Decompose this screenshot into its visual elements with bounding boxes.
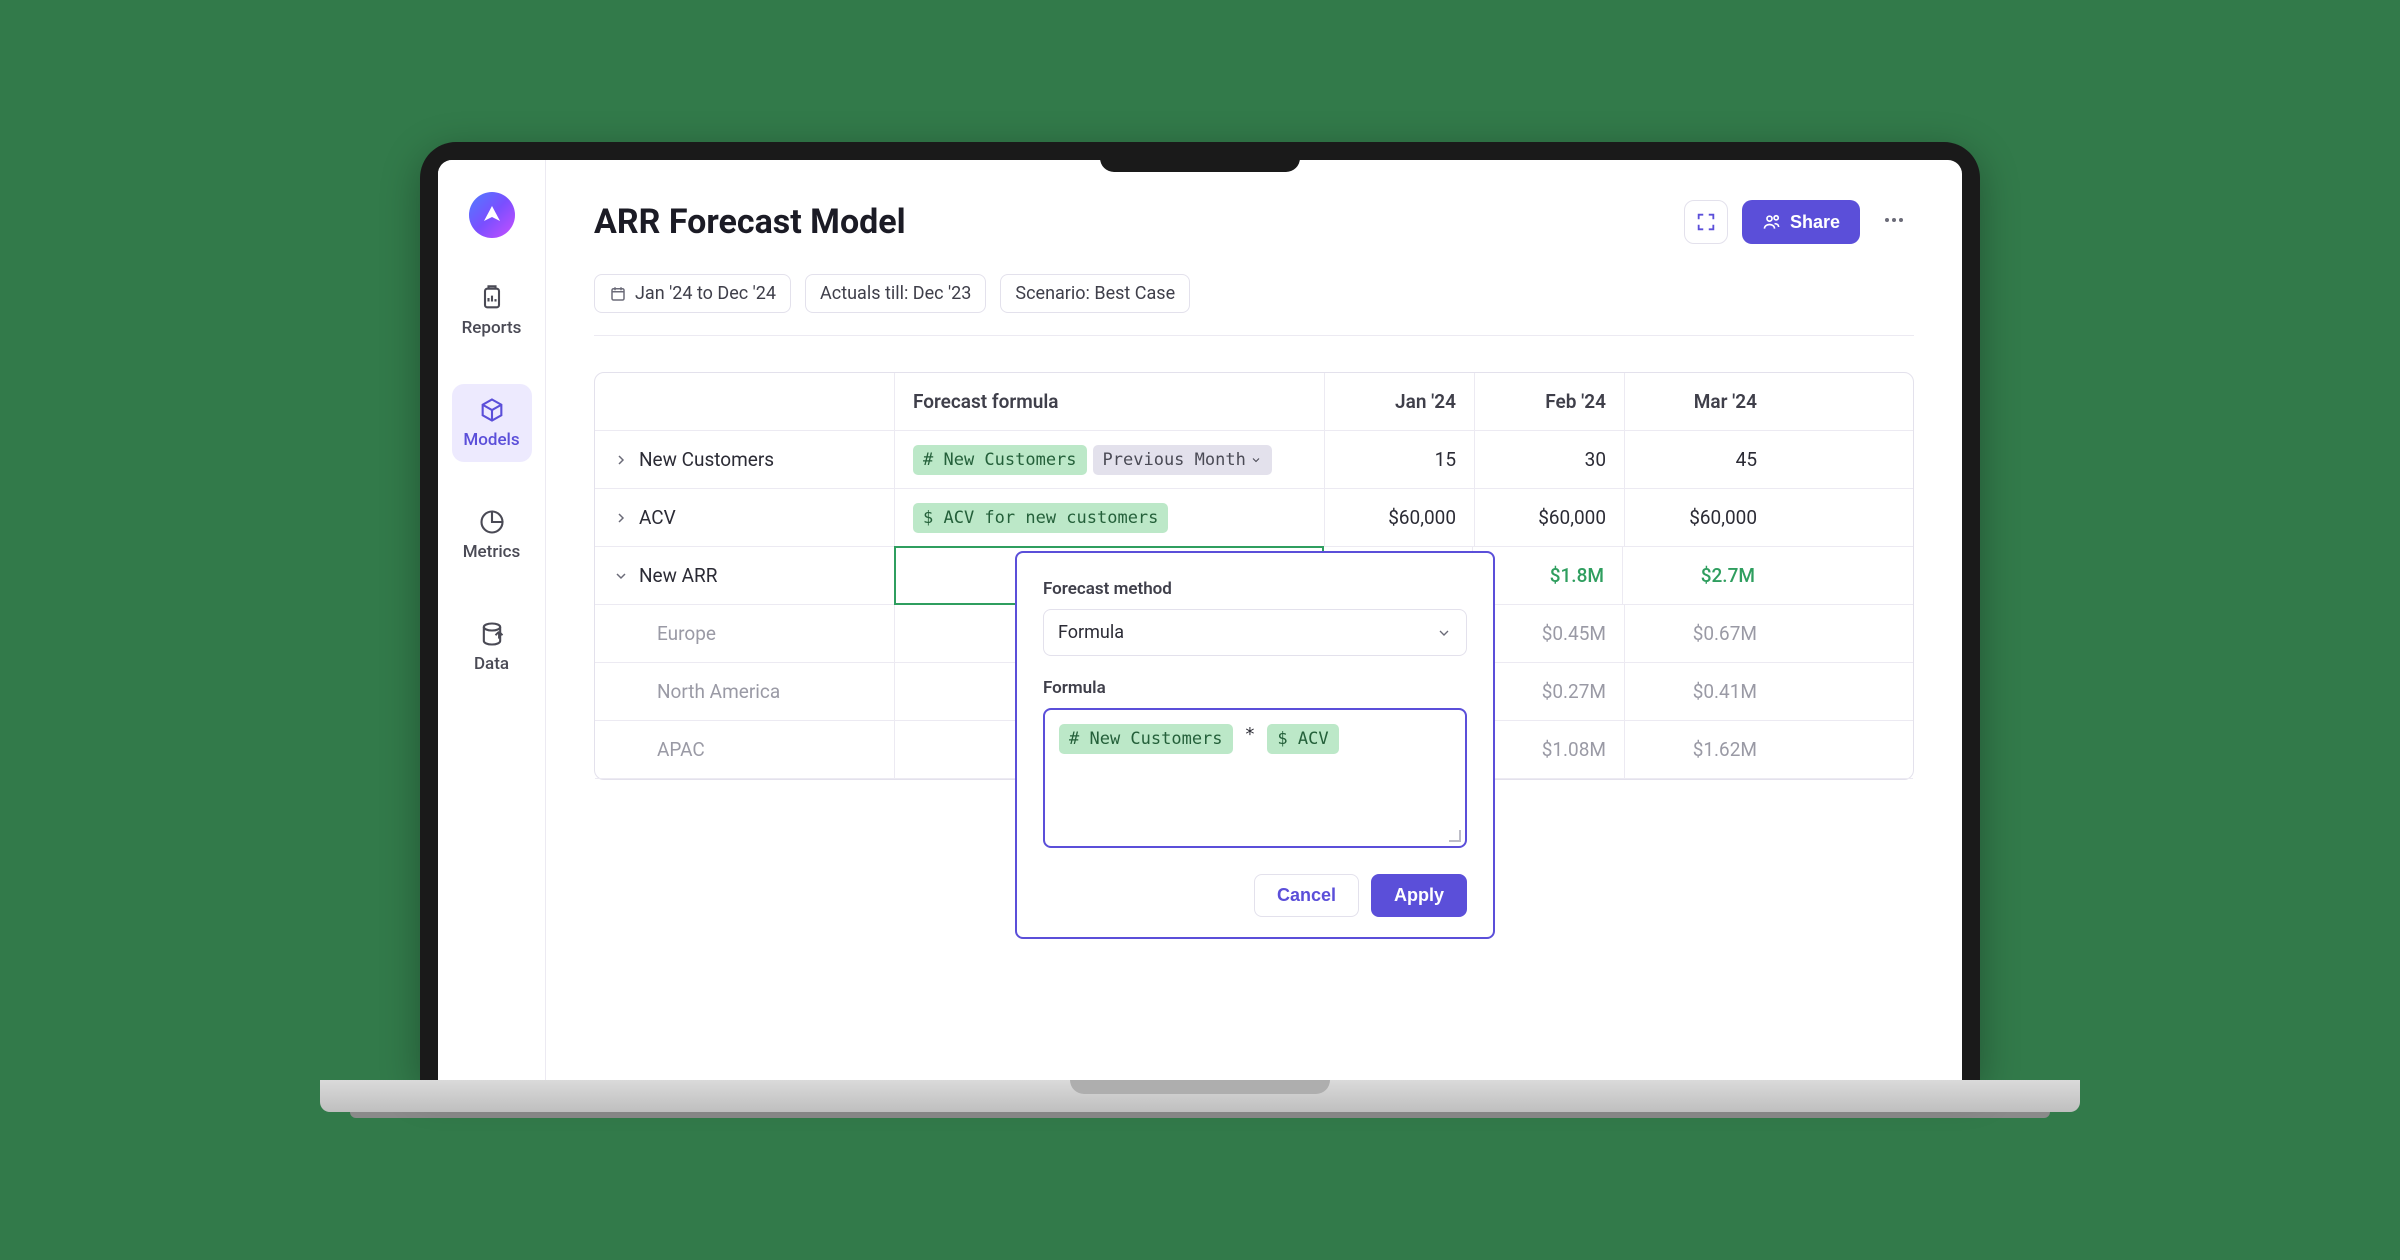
database-icon [478,620,506,648]
row-name-cell[interactable]: Europe [595,605,895,662]
table-header-row: Forecast formula Jan '24 Feb '24 Mar '24 [595,373,1913,431]
sidebar-item-models[interactable]: Models [452,384,532,462]
chip-actuals[interactable]: Actuals till: Dec '23 [805,274,986,313]
laptop-frame: Reports Models Metrics Data [420,142,1980,1118]
forecast-method-select[interactable]: Formula [1043,609,1467,656]
laptop-bottom-edge [350,1112,2050,1118]
laptop-base [320,1080,2080,1112]
pie-chart-icon [478,508,506,536]
row-new-customers: New Customers # New Customers Previous M… [595,431,1913,489]
chip-label: Actuals till: Dec '23 [820,283,971,304]
select-value: Formula [1058,622,1124,643]
page-header: ARR Forecast Model Share [594,200,1914,244]
share-button[interactable]: Share [1742,200,1860,244]
value-cell[interactable]: 15 [1325,431,1475,488]
row-name-cell[interactable]: North America [595,663,895,720]
popover-method-label: Forecast method [1043,579,1467,599]
forecast-formula-popover: Forecast method Formula Formula # New Cu… [1015,551,1495,939]
value-cell[interactable]: $60,000 [1625,489,1775,546]
expand-button[interactable] [1684,200,1728,244]
forecast-table: Forecast formula Jan '24 Feb '24 Mar '24… [594,372,1914,780]
sidebar-item-reports[interactable]: Reports [452,272,532,350]
chip-date-range[interactable]: Jan '24 to Dec '24 [594,274,791,313]
col-header-feb: Feb '24 [1475,373,1625,430]
sidebar-label: Models [463,430,519,450]
value-cell[interactable]: $1.08M [1475,721,1625,778]
row-label: ACV [639,506,676,529]
chip-label: Jan '24 to Dec '24 [635,283,776,304]
calendar-icon [609,285,627,303]
chevron-down-icon [1250,454,1262,466]
header-actions: Share [1684,200,1914,244]
row-label: New Customers [639,448,774,471]
formula-token-customers: # New Customers [1059,724,1233,754]
col-header-mar: Mar '24 [1625,373,1775,430]
row-label: New ARR [639,564,717,587]
share-label: Share [1790,212,1840,233]
app-root: Reports Models Metrics Data [438,160,1962,1080]
popover-actions: Cancel Apply [1043,874,1467,917]
formula-input[interactable]: # New Customers * $ ACV [1043,708,1467,848]
more-horizontal-icon [1882,208,1906,232]
value-cell[interactable]: $2.7M [1623,547,1773,604]
app-logo[interactable] [469,192,515,238]
col-header-formula: Forecast formula [895,373,1325,430]
chevron-right-icon [613,452,629,468]
cube-icon [478,396,506,424]
formula-token-acv: $ ACV [1267,724,1338,754]
sidebar-item-metrics[interactable]: Metrics [452,496,532,574]
row-label: APAC [657,738,705,761]
cancel-button[interactable]: Cancel [1254,874,1359,917]
value-cell[interactable]: 45 [1625,431,1775,488]
laptop-notch [1100,142,1300,172]
page-title: ARR Forecast Model [594,202,906,242]
value-cell[interactable]: $0.45M [1475,605,1625,662]
chip-label: Scenario: Best Case [1015,283,1175,304]
logo-arrow-icon [480,203,504,227]
formula-cell[interactable]: # New Customers Previous Month [895,431,1325,488]
value-cell[interactable]: $0.27M [1475,663,1625,720]
clipboard-icon [478,284,506,312]
apply-button[interactable]: Apply [1371,874,1467,917]
chevron-down-icon [1436,625,1452,641]
value-cell[interactable]: $0.67M [1625,605,1775,662]
expand-icon [1695,211,1717,233]
sidebar-label: Data [474,654,509,674]
formula-operator: * [1241,724,1260,745]
value-cell[interactable]: $0.41M [1625,663,1775,720]
col-header-jan: Jan '24 [1325,373,1475,430]
chevron-right-icon [613,510,629,526]
value-cell[interactable]: 30 [1475,431,1625,488]
main-content: ARR Forecast Model Share [546,160,1962,1080]
col-header-name [595,373,895,430]
filter-chips: Jan '24 to Dec '24 Actuals till: Dec '23… [594,274,1914,336]
row-name-cell[interactable]: New ARR [595,547,895,604]
more-button[interactable] [1874,200,1914,244]
row-label: North America [657,680,780,703]
popover-formula-label: Formula [1043,678,1467,698]
sidebar-label: Metrics [463,542,521,562]
formula-token-prev-month[interactable]: Previous Month [1093,445,1272,475]
chevron-down-icon [613,568,629,584]
row-name-cell[interactable]: APAC [595,721,895,778]
formula-token-dollar: $ ACV for new customers [913,503,1168,533]
sidebar: Reports Models Metrics Data [438,160,546,1080]
chip-scenario[interactable]: Scenario: Best Case [1000,274,1190,313]
row-label: Europe [657,622,716,645]
row-name-cell[interactable]: ACV [595,489,895,546]
formula-cell[interactable]: $ ACV for new customers [895,489,1325,546]
sidebar-label: Reports [462,318,522,338]
value-cell[interactable]: $60,000 [1325,489,1475,546]
sidebar-item-data[interactable]: Data [452,608,532,686]
users-icon [1762,212,1782,232]
value-cell[interactable]: $1.62M [1625,721,1775,778]
row-acv: ACV $ ACV for new customers $60,000 $60,… [595,489,1913,547]
value-cell[interactable]: $60,000 [1475,489,1625,546]
formula-token-hash: # New Customers [913,445,1087,475]
row-name-cell[interactable]: New Customers [595,431,895,488]
value-cell[interactable]: $1.8M [1473,547,1623,604]
